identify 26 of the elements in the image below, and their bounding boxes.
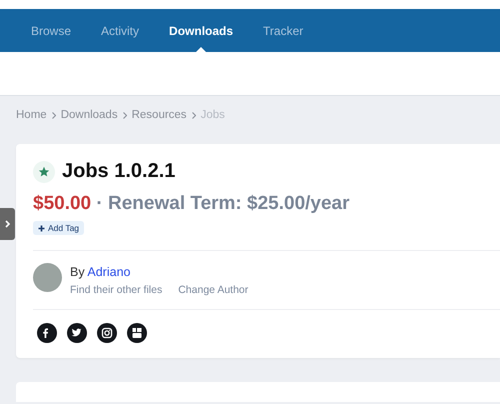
renewal-term: · Renewal Term: $25.00/year	[96, 193, 350, 214]
chevron-icon	[52, 112, 56, 118]
nav-tab[interactable]: Downloads	[154, 9, 248, 52]
chevron-icon	[122, 112, 127, 118]
breadcrumb-link[interactable]: Resources	[132, 109, 187, 121]
breadcrumb-link[interactable]: Home	[16, 109, 47, 121]
nav-tab[interactable]: Activity	[86, 9, 154, 52]
instagram-icon[interactable]	[97, 322, 117, 342]
add-tag-button[interactable]: Add Tag	[33, 221, 84, 235]
price: $50.00	[33, 193, 92, 214]
author-byline: By Adriano	[70, 264, 132, 278]
breadcrumb-link[interactable]: Downloads	[60, 109, 118, 121]
chevron-icon	[5, 220, 10, 228]
author-action-link[interactable]: Change Author	[178, 284, 248, 296]
chevron-icon	[192, 112, 196, 118]
plus-icon	[38, 224, 45, 232]
nav-tab[interactable]: Tracker	[248, 9, 318, 52]
resource-title: Jobs 1.0.2.1	[62, 160, 176, 183]
current-page-label: Jobs	[200, 109, 225, 121]
author-action-link[interactable]: Find their other files	[70, 284, 162, 296]
facebook-icon[interactable]	[37, 322, 57, 342]
twitter-icon[interactable]	[67, 322, 87, 342]
nav-tab[interactable]: Browse	[16, 9, 86, 52]
sidebar-toggle[interactable]	[0, 208, 15, 240]
author-link[interactable]: Adriano	[87, 264, 130, 278]
avatar	[33, 262, 62, 292]
